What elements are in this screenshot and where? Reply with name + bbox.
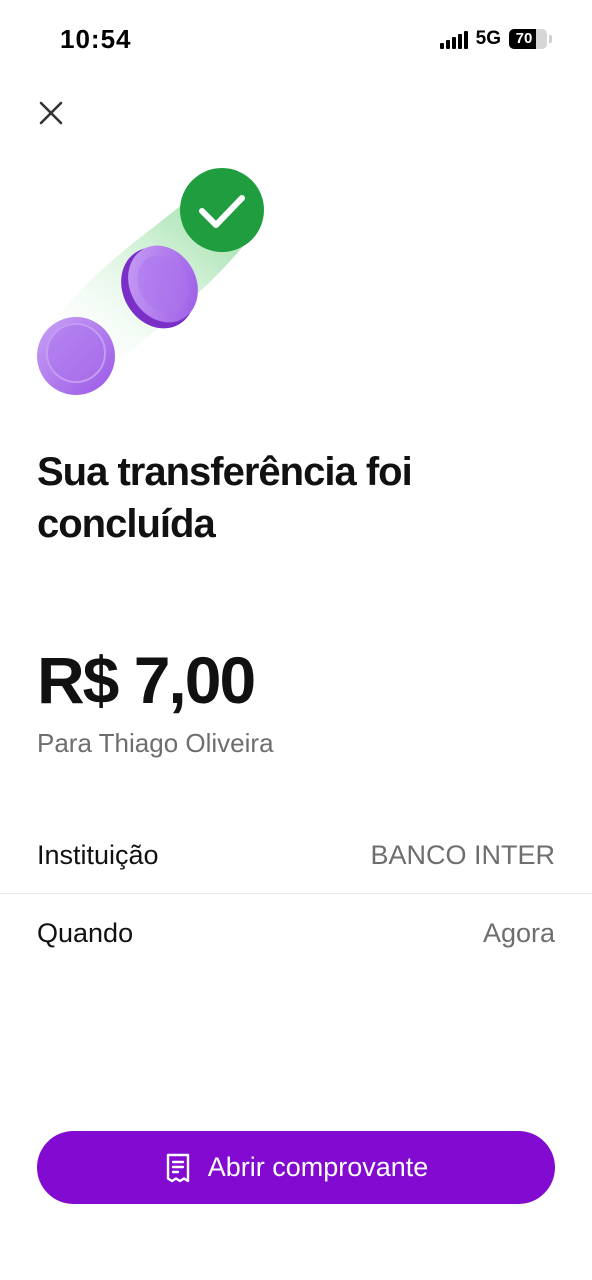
battery-tip	[549, 35, 552, 43]
transfer-amount: R$ 7,00	[37, 643, 256, 717]
detail-row-institution: Instituição BANCO INTER	[37, 840, 555, 871]
success-illustration	[30, 160, 280, 405]
open-receipt-button[interactable]: Abrir comprovante	[37, 1131, 555, 1204]
page-title: Sua transferência foi concluída	[37, 450, 413, 546]
close-button[interactable]	[32, 94, 70, 132]
receipt-icon	[166, 1153, 189, 1182]
battery-level: 70	[515, 30, 533, 47]
coin-icon	[37, 317, 115, 395]
network-type: 5G	[475, 28, 501, 49]
battery-icon: 70	[509, 29, 547, 49]
detail-value: BANCO INTER	[370, 840, 555, 870]
detail-value: Agora	[482, 918, 555, 948]
detail-label: Instituição	[37, 840, 159, 870]
detail-row-when: Quando Agora	[37, 918, 555, 949]
divider	[0, 893, 592, 894]
signal-icon	[439, 29, 468, 49]
open-receipt-label: Abrir comprovante	[207, 1152, 429, 1182]
status-bar: 10:54 5G 70	[0, 0, 592, 80]
close-icon	[39, 101, 63, 125]
recipient-label: Para Thiago Oliveira	[37, 728, 274, 758]
check-circle-icon	[180, 168, 264, 252]
detail-label: Quando	[37, 918, 134, 948]
status-time: 10:54	[60, 24, 132, 54]
status-indicators: 5G 70	[439, 28, 552, 50]
